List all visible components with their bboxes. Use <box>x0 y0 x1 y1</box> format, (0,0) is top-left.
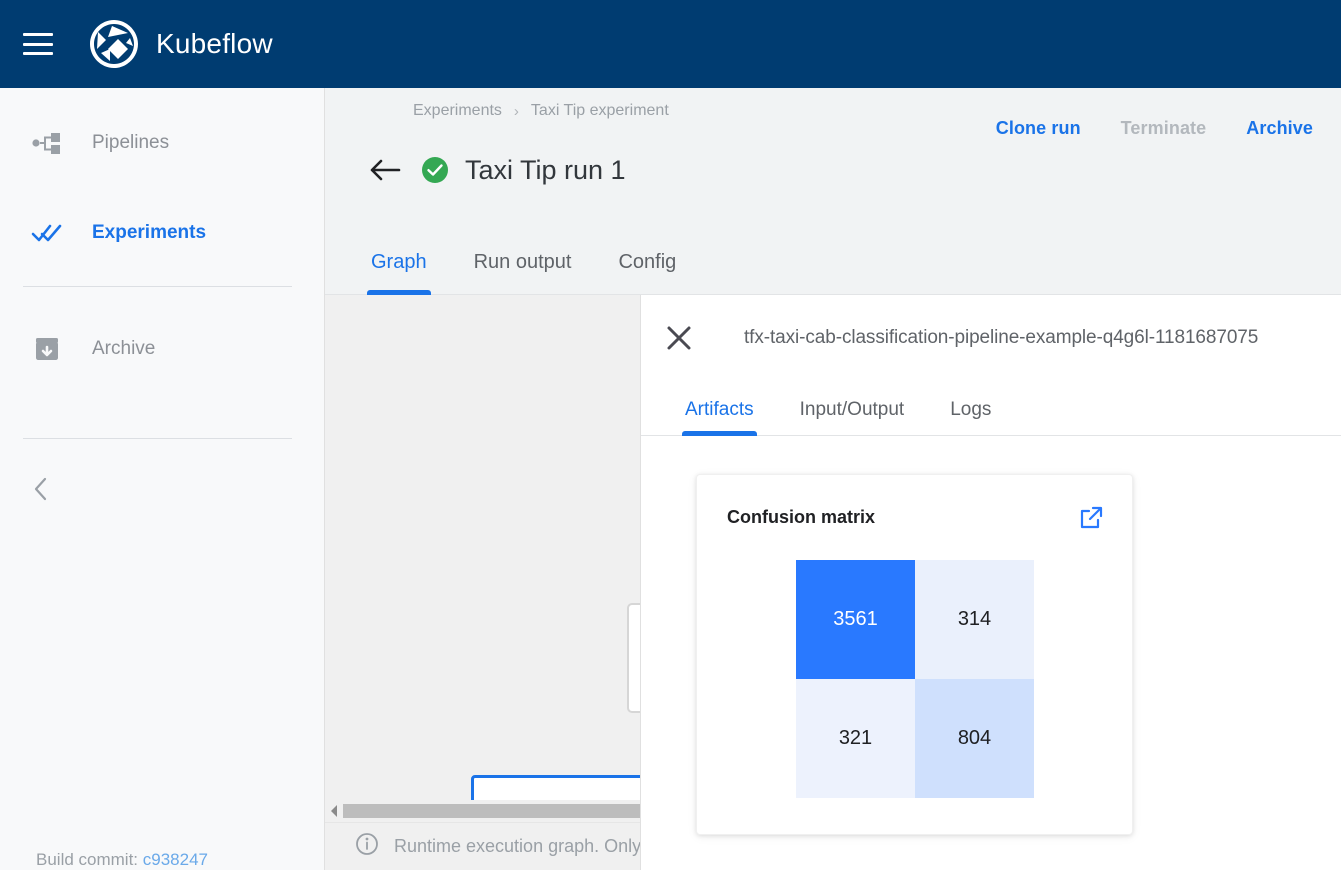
confusion-matrix-header: Confusion matrix <box>727 507 1104 531</box>
sidebar-item-label: Archive <box>92 338 155 360</box>
experiments-double-check-icon <box>30 216 64 250</box>
side-panel-body: Confusion matrix 3561 314 321 <box>641 436 1341 870</box>
terminate-button[interactable]: Terminate <box>1121 118 1207 139</box>
node-details-side-panel: tfx-taxi-cab-classification-pipeline-exa… <box>640 295 1341 870</box>
build-commit-label: Build commit: <box>36 850 143 869</box>
breadcrumb: Experiments › Taxi Tip experiment <box>413 102 669 120</box>
tab-config[interactable]: Config <box>618 251 676 294</box>
brand-logo[interactable]: Kubeflow <box>88 18 273 70</box>
kubeflow-logo-icon <box>88 18 140 70</box>
pipelines-icon <box>30 126 64 160</box>
tab-input-output[interactable]: Input/Output <box>800 399 905 435</box>
sidebar-item-pipelines[interactable]: Pipelines <box>0 118 324 168</box>
archive-button[interactable]: Archive <box>1246 118 1313 139</box>
open-in-new-icon[interactable] <box>1078 505 1104 531</box>
matrix-cell-1-0[interactable]: 321 <box>796 679 915 798</box>
matrix-cell-0-0[interactable]: 3561 <box>796 560 915 679</box>
clone-run-button[interactable]: Clone run <box>996 118 1081 139</box>
sidebar-item-experiments[interactable]: Experiments <box>0 208 324 258</box>
run-tabs: Graph Run output Config <box>325 210 1341 295</box>
breadcrumb-current[interactable]: Taxi Tip experiment <box>531 102 669 120</box>
run-title-row: Taxi Tip run 1 <box>365 150 626 190</box>
matrix-cell-1-1[interactable]: 804 <box>915 679 1034 798</box>
tab-run-output[interactable]: Run output <box>474 251 572 294</box>
build-commit-link[interactable]: c938247 <box>143 850 208 869</box>
tab-logs[interactable]: Logs <box>950 399 991 435</box>
sidebar-collapse-button[interactable] <box>0 469 50 509</box>
hamburger-icon[interactable] <box>23 33 53 55</box>
top-app-bar: Kubeflow <box>0 0 1341 88</box>
side-panel-title: tfx-taxi-cab-classification-pipeline-exa… <box>744 327 1258 349</box>
back-arrow-icon[interactable] <box>365 150 405 190</box>
run-actions: Clone run Terminate Archive <box>996 118 1313 139</box>
graph-footer-text: Runtime execution graph. Only <box>394 836 641 857</box>
sidebar-item-label: Experiments <box>92 222 206 244</box>
info-circle-icon <box>355 832 379 861</box>
confusion-matrix-grid: 3561 314 321 804 <box>796 560 1034 798</box>
page-title: Taxi Tip run 1 <box>465 155 626 186</box>
brand-title: Kubeflow <box>156 28 273 60</box>
confusion-matrix-card: Confusion matrix 3561 314 321 <box>696 474 1133 835</box>
matrix-cell-0-1[interactable]: 314 <box>915 560 1034 679</box>
chevron-left-icon <box>33 476 49 502</box>
sidebar-item-archive[interactable]: Archive <box>0 324 324 374</box>
sidebar-divider-1 <box>23 286 292 287</box>
tab-graph[interactable]: Graph <box>371 251 427 294</box>
main-content: Experiments › Taxi Tip experiment Clone … <box>325 88 1341 870</box>
sidebar-item-label: Pipelines <box>92 132 169 154</box>
scroll-left-arrow-icon[interactable] <box>325 804 343 818</box>
archive-box-icon <box>30 332 64 366</box>
success-check-icon <box>421 156 449 184</box>
tab-artifacts[interactable]: Artifacts <box>685 399 754 435</box>
build-commit-footer: Build commit: c938247 <box>36 850 208 870</box>
breadcrumb-separator-icon: › <box>514 103 519 120</box>
side-panel-tabs: Artifacts Input/Output Logs <box>641 380 1341 436</box>
close-x-icon[interactable] <box>662 321 696 355</box>
confusion-matrix-title: Confusion matrix <box>727 507 875 528</box>
side-panel-header: tfx-taxi-cab-classification-pipeline-exa… <box>641 295 1341 380</box>
sidebar: Pipelines Experiments Archive <box>0 88 325 870</box>
sidebar-divider-2 <box>23 438 292 439</box>
breadcrumb-experiments[interactable]: Experiments <box>413 102 502 120</box>
